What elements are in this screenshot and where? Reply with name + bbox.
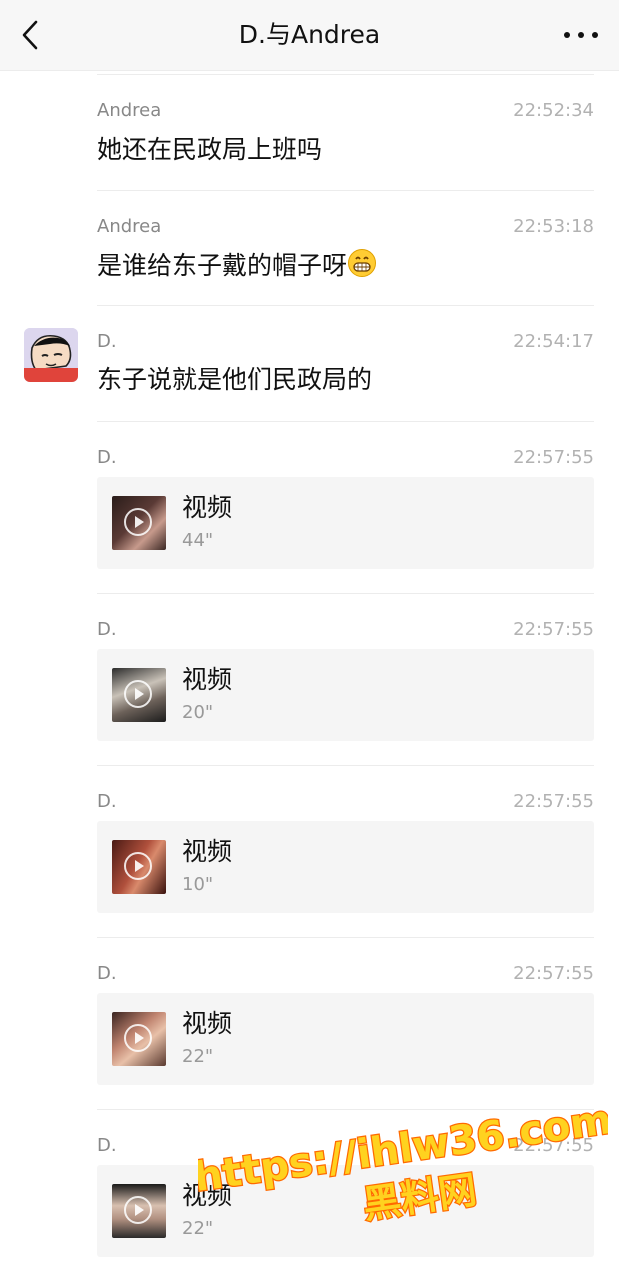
video-duration: 20" (182, 702, 214, 723)
avatar[interactable] (24, 328, 78, 382)
video-label: 视频 (182, 1009, 233, 1038)
sender-name: Andrea (97, 100, 162, 121)
timestamp: 22:52:34 (513, 100, 594, 121)
timestamp: 22:54:17 (513, 331, 594, 352)
video-thumbnail (112, 1012, 166, 1066)
play-icon (124, 508, 152, 536)
divider (97, 1109, 594, 1110)
timestamp: 22:57:55 (513, 619, 594, 640)
timestamp: 22:57:55 (513, 1135, 594, 1156)
video-duration: 22" (182, 1046, 214, 1067)
timestamp: 22:57:55 (513, 963, 594, 984)
chat-title: D.与Andrea (238, 20, 381, 49)
play-icon (124, 1024, 152, 1052)
divider (97, 305, 594, 306)
video-label: 视频 (182, 493, 233, 522)
timestamp: 22:57:55 (513, 447, 594, 468)
video-duration: 22" (182, 1218, 214, 1239)
video-label: 视频 (182, 1181, 233, 1210)
message-text-content: 是谁给东子戴的帽子呀 (97, 251, 348, 280)
cartoon-avatar-icon (24, 328, 78, 382)
video-message-card[interactable]: 视频 20" (97, 649, 594, 741)
sender-name: D. (97, 447, 117, 468)
timestamp: 22:57:55 (513, 791, 594, 812)
video-thumbnail (112, 496, 166, 550)
message-text: 是谁给东子戴的帽子呀 (97, 248, 377, 283)
sender-name: D. (97, 331, 117, 352)
divider (97, 765, 594, 766)
sender-name: D. (97, 963, 117, 984)
video-label: 视频 (182, 837, 233, 866)
video-thumbnail (112, 840, 166, 894)
divider (97, 937, 594, 938)
timestamp: 22:53:18 (513, 216, 594, 237)
message-text: 她还在民政局上班吗 (97, 135, 323, 164)
sender-name: D. (97, 619, 117, 640)
play-icon (124, 852, 152, 880)
grinning-face-icon (348, 249, 377, 277)
video-thumbnail (112, 668, 166, 722)
divider (97, 593, 594, 594)
video-message-card[interactable]: 视频 10" (97, 821, 594, 913)
sender-name: D. (97, 1135, 117, 1156)
video-duration: 44" (182, 530, 214, 551)
video-message-card[interactable]: 视频 44" (97, 477, 594, 569)
ellipsis-icon (564, 32, 570, 38)
play-icon (124, 680, 152, 708)
divider (97, 74, 594, 75)
message-text: 东子说就是他们民政局的 (97, 365, 373, 394)
video-message-card[interactable]: 视频 22" (97, 993, 594, 1085)
divider (97, 421, 594, 422)
video-thumbnail (112, 1184, 166, 1238)
nav-bar: D.与Andrea (0, 0, 619, 71)
video-label: 视频 (182, 665, 233, 694)
more-button[interactable] (561, 22, 601, 48)
play-icon (124, 1196, 152, 1224)
sender-name: Andrea (97, 216, 162, 237)
sender-name: D. (97, 791, 117, 812)
video-duration: 10" (182, 874, 214, 895)
divider (97, 190, 594, 191)
video-message-card[interactable]: 视频 22" (97, 1165, 594, 1257)
